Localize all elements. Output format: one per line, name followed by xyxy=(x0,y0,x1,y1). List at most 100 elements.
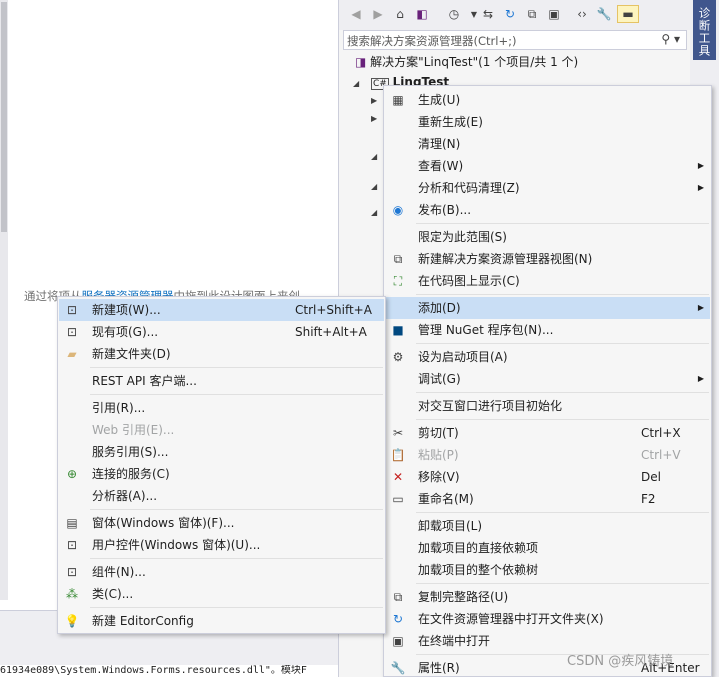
expanded-arrow-icon[interactable]: ◢ xyxy=(371,152,377,161)
menu-item-analyze[interactable]: 分析和代码清理(Z) ▶ xyxy=(385,177,710,199)
menu-separator xyxy=(416,392,709,393)
submenu-arrow-icon: ▶ xyxy=(697,161,704,170)
switch-views-icon[interactable]: ◧ xyxy=(413,5,431,23)
menu-item-service-reference[interactable]: 服务引用(S)... xyxy=(59,441,384,463)
menu-item-reference[interactable]: 引用(R)... xyxy=(59,397,384,419)
menu-item-open-terminal[interactable]: ▣ 在终端中打开 xyxy=(385,630,710,652)
menu-item-web-reference: Web 引用(E)... xyxy=(92,423,175,437)
forward-icon[interactable]: ▶ xyxy=(369,5,387,23)
menu-separator xyxy=(90,607,383,608)
submenu-arrow-icon: ▶ xyxy=(697,374,704,383)
menu-item-new-editorconfig[interactable]: 💡 新建 EditorConfig xyxy=(59,610,384,632)
search-icon[interactable]: ⚲ ▾ xyxy=(661,32,680,46)
expanded-arrow-icon[interactable]: ◢ xyxy=(353,79,359,88)
collapse-all-icon[interactable]: ⧉ xyxy=(523,5,541,23)
expand-arrow-icon[interactable]: ▶ xyxy=(371,96,377,105)
menu-item-existing-item[interactable]: ⊡ 现有项(G)... Shift+Alt+A xyxy=(59,321,384,343)
show-all-files-icon[interactable]: ▣ xyxy=(545,5,563,23)
menu-item-view[interactable]: 查看(W) ▶ xyxy=(385,155,710,177)
menu-item-load-direct-deps[interactable]: 加载项目的直接依赖项 xyxy=(385,537,710,559)
menu-item-add[interactable]: 添加(D) ▶ xyxy=(385,297,710,319)
home-icon[interactable]: ⌂ xyxy=(391,5,409,23)
menu-item-remove[interactable]: ✕ 移除(V) Del xyxy=(385,466,710,488)
menu-separator xyxy=(416,343,709,344)
nuget-icon: ■ xyxy=(392,323,404,337)
form-icon: ▤ xyxy=(66,516,78,530)
expand-arrow-icon[interactable]: ▶ xyxy=(371,114,377,123)
new-item-icon: ⊡ xyxy=(66,303,78,317)
diagnostics-tab[interactable]: 诊断工具 xyxy=(693,0,716,60)
back-icon[interactable]: ◀ xyxy=(347,5,365,23)
copy-icon: ⧉ xyxy=(393,590,403,604)
menu-item-set-startup[interactable]: ⚙ 设为启动项目(A) xyxy=(385,346,710,368)
expanded-arrow-icon[interactable]: ◢ xyxy=(371,208,377,217)
menu-item-nuget[interactable]: ■ 管理 NuGet 程序包(N)... xyxy=(385,319,710,341)
menu-item-component[interactable]: ⊡ 组件(N)... xyxy=(59,561,384,583)
menu-separator xyxy=(416,223,709,224)
menu-item-copy-path[interactable]: ⧉ 复制完整路径(U) xyxy=(385,586,710,608)
submenu-arrow-icon: ▶ xyxy=(697,303,704,312)
solution-label: 解决方案"LinqTest"(1 个项目/共 1 个) xyxy=(370,55,579,69)
build-icon: ▦ xyxy=(392,93,404,107)
menu-item-open-folder[interactable]: ↻ 在文件资源管理器中打开文件夹(X) xyxy=(385,608,710,630)
paste-icon: 📋 xyxy=(390,448,406,462)
menu-item-rebuild[interactable]: 重新生成(E) xyxy=(385,111,710,133)
menu-separator xyxy=(90,394,383,395)
menu-item-new-folder[interactable]: ▰ 新建文件夹(D) xyxy=(59,343,384,365)
menu-item-publish[interactable]: ◉ 发布(B)... xyxy=(385,199,710,221)
menu-separator xyxy=(416,512,709,513)
menu-item-new-item[interactable]: ⊡ 新建项(W)... Ctrl+Shift+A xyxy=(59,299,384,321)
terminal-icon: ▣ xyxy=(392,634,404,648)
preview-icon[interactable]: ▬ xyxy=(617,5,639,23)
menu-separator xyxy=(416,583,709,584)
folder-icon: ▰ xyxy=(67,347,77,361)
refresh-icon[interactable]: ↻ xyxy=(501,5,519,23)
menu-separator xyxy=(90,509,383,510)
submenu-arrow-icon: ▶ xyxy=(697,183,704,192)
component-icon: ⊡ xyxy=(66,565,78,579)
pending-changes-icon[interactable]: ◷ xyxy=(445,5,463,23)
menu-item-analyzer[interactable]: 分析器(A)... xyxy=(59,485,384,507)
properties-icon[interactable]: 🔧 xyxy=(595,5,613,23)
sync-icon[interactable]: ⇆ xyxy=(479,5,497,23)
solution-icon: ◨ xyxy=(355,55,367,69)
tree-solution-node[interactable]: ◨ 解决方案"LinqTest"(1 个项目/共 1 个) xyxy=(355,52,578,72)
menu-separator xyxy=(90,558,383,559)
wrench-icon: 🔧 xyxy=(390,661,406,675)
menu-item-load-dep-tree[interactable]: 加载项目的整个依赖树 xyxy=(385,559,710,581)
code-map-icon: ⛶ xyxy=(393,274,403,288)
new-view-icon: ⧉ xyxy=(393,252,403,266)
expanded-arrow-icon[interactable]: ◢ xyxy=(371,182,377,191)
designer-scrollbar[interactable] xyxy=(0,0,8,600)
refresh-arrow-icon: ↻ xyxy=(392,612,404,626)
menu-item-user-control[interactable]: ⊡ 用户控件(Windows 窗体)(U)... xyxy=(59,534,384,556)
search-input[interactable]: 搜索解决方案资源管理器(Ctrl+;) ⚲ ▾ xyxy=(343,30,687,50)
menu-item-new-se-view[interactable]: ⧉ 新建解决方案资源管理器视图(N) xyxy=(385,248,710,270)
menu-item-scope[interactable]: 限定为此范围(S) xyxy=(385,226,710,248)
menu-item-clean[interactable]: 清理(N) xyxy=(385,133,710,155)
menu-item-code-map[interactable]: ⛶ 在代码图上显示(C) xyxy=(385,270,710,292)
menu-item-build[interactable]: ▦ 生成(U) xyxy=(385,89,710,111)
menu-separator xyxy=(416,419,709,420)
watermark: CSDN @疾风铸境 xyxy=(567,654,674,669)
output-line: 61934e089\System.Windows.Forms.resources… xyxy=(0,665,338,677)
scissors-icon: ✂ xyxy=(392,426,404,440)
menu-item-unload[interactable]: 卸载项目(L) xyxy=(385,515,710,537)
menu-item-debug[interactable]: 调试(G) ▶ xyxy=(385,368,710,390)
menu-item-class[interactable]: ⁂ 类(C)... xyxy=(59,583,384,605)
menu-separator xyxy=(90,367,383,368)
menu-item-cut[interactable]: ✂ 剪切(T) Ctrl+X xyxy=(385,422,710,444)
menu-item-rest-api[interactable]: REST API 客户端... xyxy=(59,370,384,392)
scrollbar-thumb[interactable] xyxy=(1,2,7,232)
menu-item-connected-service[interactable]: ⊕ 连接的服务(C) xyxy=(59,463,384,485)
user-control-icon: ⊡ xyxy=(66,538,78,552)
globe-icon: ◉ xyxy=(392,203,404,217)
menu-item-paste: 📋 粘贴(P) Ctrl+V xyxy=(390,448,681,462)
menu-item-interactive-init[interactable]: 对交互窗口进行项目初始化 xyxy=(385,395,710,417)
connected-service-icon: ⊕ xyxy=(66,467,78,481)
view-code-icon[interactable]: ‹› xyxy=(573,5,591,23)
class-icon: ⁂ xyxy=(66,587,78,601)
menu-item-rename[interactable]: ▭ 重命名(M) F2 xyxy=(385,488,710,510)
add-submenu: ⊡ 新建项(W)... Ctrl+Shift+A ⊡ 现有项(G)... Shift+A… xyxy=(57,296,386,634)
menu-item-form[interactable]: ▤ 窗体(Windows 窗体)(F)... xyxy=(59,512,384,534)
